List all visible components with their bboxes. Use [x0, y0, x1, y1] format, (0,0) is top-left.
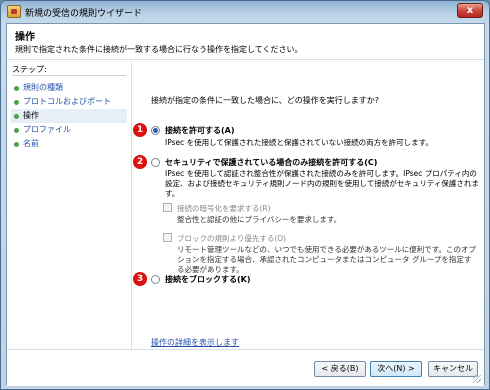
- override-block-description: リモート管理ツールなどの、いつでも使用できる必要があるツールに便利です。このオプ…: [177, 245, 476, 274]
- wizard-window: 新規の受信の規則ウイザード x 操作 規則で指定された条件に接続が一致する場合に…: [0, 0, 490, 390]
- wizard-header: 操作 規則で指定された条件に接続が一致する場合に行なう操作を指定してください。: [7, 24, 484, 60]
- title-bar[interactable]: 新規の受信の規則ウイザード x: [1, 1, 489, 23]
- step-action[interactable]: 操作: [11, 109, 127, 123]
- step-profile[interactable]: プロファイル: [11, 123, 127, 137]
- details-link[interactable]: 操作の詳細を表示します: [151, 337, 239, 348]
- allow-label[interactable]: 接続を許可する(A): [165, 125, 235, 136]
- step-bullet-icon: [14, 142, 19, 147]
- firewall-icon: [7, 5, 21, 18]
- allow-secure-description: IPsec を使用して認証され整合性が保護された接続のみを許可します。IPsec…: [165, 169, 479, 198]
- require-encryption-checkbox[interactable]: [163, 203, 172, 212]
- block-radio[interactable]: [151, 275, 160, 284]
- step-label: 操作: [23, 111, 39, 120]
- step-label: 規則の種類: [23, 83, 63, 92]
- step-protocol-port[interactable]: プロトコルおよびポート: [11, 95, 127, 109]
- step-name[interactable]: 名前: [11, 137, 127, 151]
- step-bullet-icon: [14, 128, 19, 133]
- close-button[interactable]: x: [457, 3, 483, 18]
- action-question: 接続が指定の条件に一致した場合に、どの操作を実行しますか?: [151, 96, 380, 105]
- require-encryption-description: 整合性と認証の他にプライバシーを要求します。: [177, 215, 342, 224]
- allow-radio[interactable]: [151, 126, 160, 135]
- steps-title: ステップ:: [12, 65, 47, 74]
- steps-sidebar: ステップ: 規則の種類 プロトコルおよびポート 操作 プロファイル 名前: [7, 61, 132, 349]
- resize-grip[interactable]: [473, 375, 481, 383]
- back-button[interactable]: < 戻る(B): [314, 361, 366, 377]
- step-rule-type[interactable]: 規則の種類: [11, 81, 127, 95]
- step-bullet-icon: [14, 86, 19, 91]
- callout-badge-3: 3: [133, 272, 147, 286]
- require-encryption-label[interactable]: 接続の暗号化を要求する(R): [177, 203, 271, 214]
- step-bullet-icon: [14, 100, 19, 105]
- main-panel: 接続が指定の条件に一致した場合に、どの操作を実行しますか? 1 接続を許可する(…: [133, 61, 484, 349]
- wizard-footer: < 戻る(B) 次へ(N) > キャンセル: [7, 349, 484, 386]
- step-label: 名前: [23, 139, 39, 148]
- allow-secure-radio[interactable]: [151, 158, 160, 167]
- override-block-checkbox[interactable]: [163, 233, 172, 242]
- callout-badge-2: 2: [133, 155, 147, 169]
- wizard-client: 操作 規則で指定された条件に接続が一致する場合に行なう操作を指定してください。 …: [6, 23, 485, 386]
- steps-divider: [12, 75, 126, 76]
- page-description: 規則で指定された条件に接続が一致する場合に行なう操作を指定してください。: [15, 45, 303, 54]
- allow-secure-label[interactable]: セキュリティで保護されている場合のみ接続を許可する(C): [165, 157, 377, 168]
- step-label: プロトコルおよびポート: [23, 97, 111, 106]
- step-label: プロファイル: [23, 125, 71, 134]
- step-bullet-icon: [14, 114, 19, 119]
- page-title: 操作: [15, 32, 35, 43]
- block-label[interactable]: 接続をブロックする(K): [165, 274, 251, 285]
- window-title: 新規の受信の規則ウイザード: [25, 9, 143, 19]
- next-button[interactable]: 次へ(N) >: [370, 361, 422, 377]
- allow-description: IPsec を使用して保護された接続と保護されていない接続の両方を許可します。: [165, 138, 433, 147]
- override-block-label[interactable]: ブロックの規則より優先する(O): [177, 233, 286, 244]
- cancel-button[interactable]: キャンセル: [428, 361, 478, 377]
- callout-badge-1: 1: [133, 123, 147, 137]
